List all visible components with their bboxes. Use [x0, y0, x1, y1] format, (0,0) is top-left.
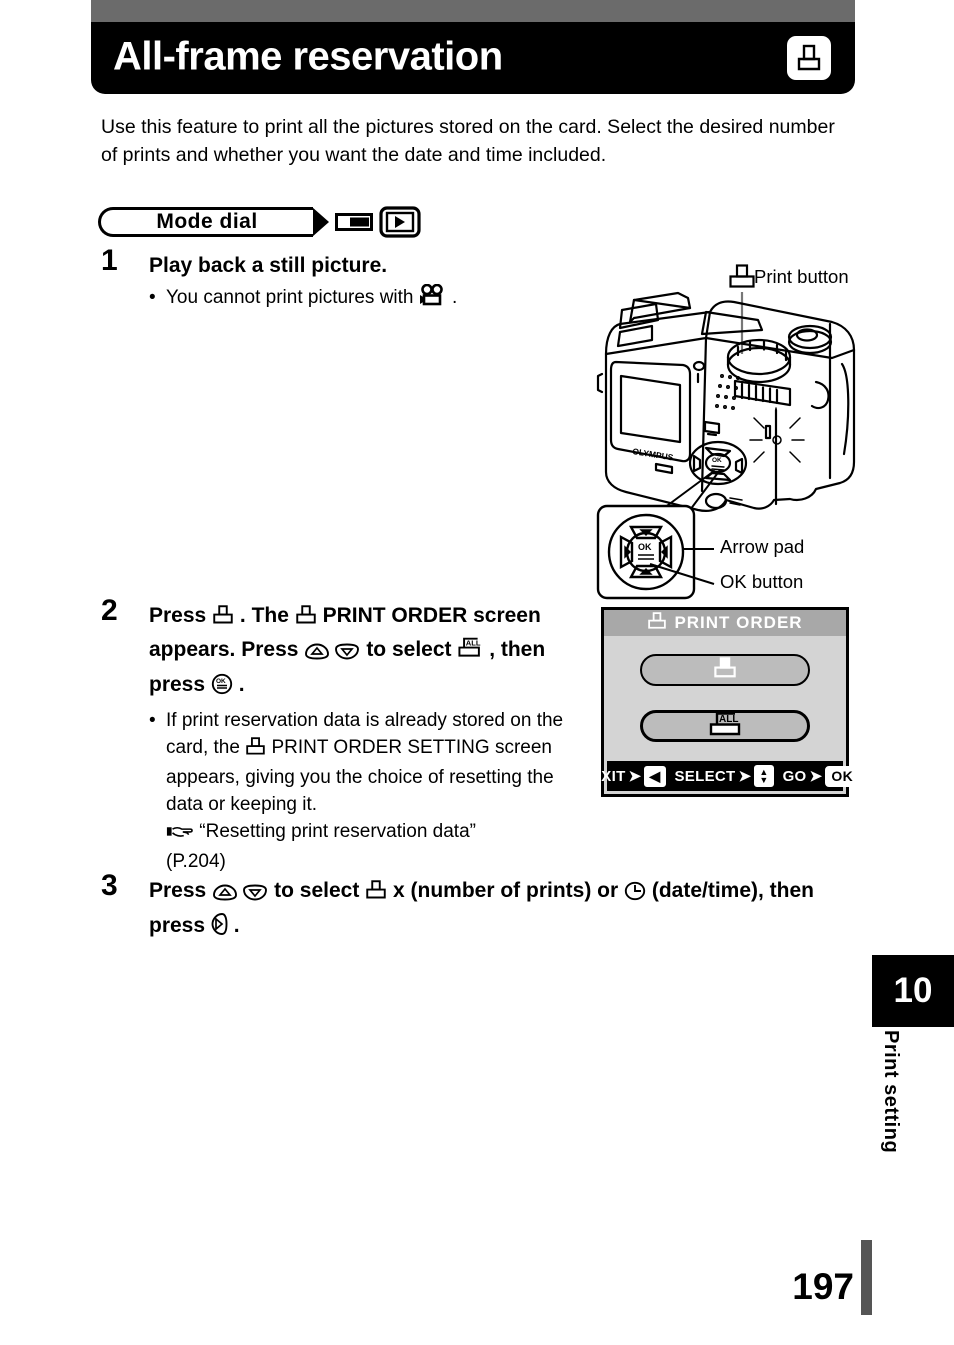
bullet-text-after: . [446, 287, 458, 308]
step-2-bullets: • If print reservation data is already s… [149, 707, 591, 875]
page-number-bar [861, 1240, 872, 1315]
step3-text-1: Press [149, 879, 213, 902]
step3-text-3: x (number of prints) or [387, 879, 624, 902]
lcd-title-bar: PRINT ORDER [604, 610, 846, 636]
clock-icon [624, 879, 646, 910]
step3-text-5: . [227, 914, 240, 937]
print-icon [212, 603, 234, 634]
guide-go-label: GO [782, 767, 807, 785]
playback-icon [379, 206, 421, 238]
intro-paragraph: Use this feature to print all the pictur… [101, 116, 835, 166]
page-title: All-frame reservation [113, 34, 503, 79]
pointing-hand-icon [166, 821, 194, 848]
step-3: 3 Press to select x (number of prints) o… [101, 871, 866, 945]
right-arrow-icon: ➤ [628, 768, 642, 785]
lcd-guide-bar: EXIT ➤ ◀ SELECT ➤ ▲ ▼ GO ➤ OK [591, 761, 859, 791]
arrow-up-button-icon [212, 879, 238, 910]
chapter-label: Print setting [880, 1030, 902, 1154]
print-icon-glyph [797, 44, 821, 71]
list-item: • You cannot print pictures with . [149, 283, 571, 314]
cross-reference: “Resetting print reservation data” [166, 818, 591, 848]
ok-key-icon: OK [825, 765, 859, 787]
step-2-bullet-text: If print reservation data is already sto… [166, 707, 591, 875]
cross-reference-title: “Resetting print reservation data” [199, 821, 476, 842]
mode-dial-pill: Mode dial [98, 207, 313, 237]
arrow-up-button-icon [304, 638, 330, 669]
mode-dial-arrow-icon [312, 207, 329, 237]
left-key-icon: ◀ [644, 765, 666, 787]
all-print-icon: ALL [708, 711, 742, 742]
manual-page: All-frame reservation Use this feature t… [0, 0, 954, 1345]
bullet-dot: • [149, 710, 156, 731]
step-2: 2 Press . The PRINT ORDER screen appears… [101, 596, 591, 875]
guide-exit: EXIT ➤ ◀ [591, 765, 666, 787]
guide-go: GO ➤ OK [782, 765, 859, 787]
ok-button-icon: OK [211, 673, 233, 704]
step-1-number: 1 [101, 244, 118, 277]
mode-dial-label: Mode dial [101, 210, 313, 234]
step-3-heading: Press to select x (number of prints) or … [149, 875, 866, 945]
print-icon [365, 878, 387, 909]
print-order-screen: PRINT ORDER ALL EXIT ➤ ◀ SELECT ➤ ▲ ▼ GO… [591, 607, 859, 797]
updown-key-icon: ▲ ▼ [754, 765, 774, 787]
mode-dial-row: Mode dial [98, 206, 421, 238]
bullet-dot: • [149, 287, 156, 308]
svg-text:OLYMPUS: OLYMPUS [632, 446, 675, 462]
svg-text:OK: OK [216, 678, 226, 685]
arrow-right-button-icon [211, 912, 228, 945]
step-1: 1 Play back a still picture. • You canno… [101, 246, 571, 314]
movie-icon [419, 283, 447, 314]
ok-button-label: OK button [720, 571, 804, 592]
step2-text-1: Press [149, 604, 213, 627]
guide-exit-label: EXIT [591, 767, 626, 785]
guide-select: SELECT ➤ ▲ ▼ [675, 765, 774, 787]
page-header: All-frame reservation [91, 22, 855, 94]
bullet-text-before: You cannot print pictures with [166, 287, 419, 308]
cross-reference-page: (P.204) [166, 851, 226, 872]
lcd-title-text: PRINT ORDER [674, 613, 803, 632]
print-icon [245, 737, 266, 764]
step-3-number: 3 [101, 869, 118, 902]
svg-text:OK: OK [712, 457, 722, 464]
step-1-bullet-text: You cannot print pictures with . [166, 283, 571, 314]
step-1-heading: Play back a still picture. [149, 254, 388, 277]
step2-text-4: to select [360, 638, 458, 661]
step2-text-6: . [232, 673, 245, 696]
list-item: • If print reservation data is already s… [149, 707, 591, 875]
lcd-option-all-print[interactable]: ALL [640, 710, 810, 742]
arrow-down-button-icon [334, 638, 360, 669]
card-icon [335, 213, 373, 231]
chapter-number-tab: 10 [872, 955, 954, 1027]
print-icon [295, 603, 317, 634]
right-arrow-icon: ➤ [809, 768, 823, 785]
print-icon [787, 36, 831, 80]
step3-text-2: to select [268, 879, 366, 902]
page-number: 197 [792, 1266, 854, 1307]
arrow-down-button-icon [242, 879, 268, 910]
lcd-option-single-print[interactable] [640, 654, 810, 686]
guide-select-label: SELECT [674, 767, 736, 785]
all-print-icon: ALL [457, 637, 483, 668]
camera-illustration: Print button OLYMPUS OK OK Arrow pad OK … [594, 258, 954, 603]
step-2-number: 2 [101, 594, 118, 627]
step2-text-2: . The [234, 604, 295, 627]
single-print-icon [712, 656, 738, 684]
mode-dial-icons [335, 206, 421, 238]
lcd-menu-area: ALL [612, 640, 838, 757]
svg-text:OK: OK [638, 542, 652, 552]
svg-text:ALL: ALL [466, 638, 481, 647]
print-icon [647, 611, 667, 635]
step-2-heading: Press . The PRINT ORDER screen appears. … [149, 600, 591, 704]
step-1-bullets: • You cannot print pictures with . [149, 283, 571, 314]
right-arrow-icon: ➤ [738, 768, 752, 785]
print-button-label: Print button [754, 266, 849, 287]
arrow-pad-label: Arrow pad [720, 536, 805, 557]
